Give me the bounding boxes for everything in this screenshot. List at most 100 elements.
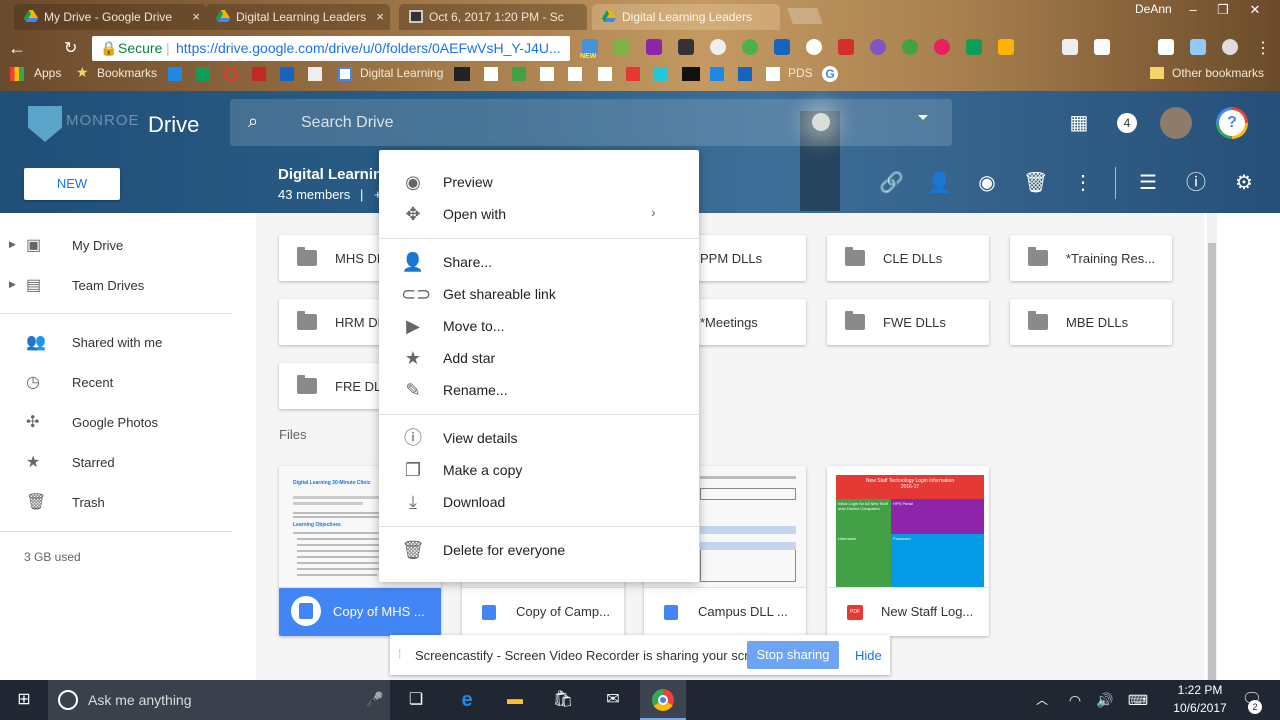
bookmark-icon[interactable] — [766, 67, 780, 81]
expand-arrow-icon[interactable]: ▶ — [9, 279, 16, 290]
bookmark-icon[interactable] — [280, 67, 294, 81]
clock-time[interactable]: 1:22 PM — [1170, 683, 1230, 697]
windows-start-icon[interactable]: ⊞ — [12, 688, 36, 712]
extension-icon[interactable] — [806, 39, 822, 55]
menu-item-open-with[interactable]: ✥ Open with › — [379, 198, 699, 230]
extension-icon[interactable] — [902, 39, 918, 55]
add-person-icon[interactable]: 👤 — [927, 171, 952, 195]
extension-icon[interactable] — [1094, 39, 1110, 55]
search-input[interactable]: Search Drive — [301, 114, 393, 132]
extension-icon[interactable] — [742, 39, 758, 55]
info-icon[interactable]: ⓘ — [1184, 171, 1208, 195]
window-close-icon[interactable]: ✕ — [1240, 0, 1270, 20]
scrollbar[interactable] — [1207, 213, 1217, 683]
new-tab-button[interactable] — [787, 8, 823, 24]
bookmark-icon[interactable] — [338, 67, 352, 81]
bookmark-icon[interactable] — [598, 67, 612, 81]
extension-icon[interactable] — [966, 39, 982, 55]
extension-icon[interactable] — [934, 39, 950, 55]
members-count[interactable]: 43 members — [278, 187, 350, 202]
extension-icon[interactable] — [998, 39, 1014, 55]
bookmark-icon[interactable] — [196, 67, 210, 81]
sidebar-item-my-drive[interactable]: ▶ ▣ My Drive — [0, 226, 240, 266]
menu-item-add-star[interactable]: ★ Add star — [379, 342, 699, 374]
bookmark-digital-learning[interactable]: Digital Learning — [360, 66, 443, 80]
menu-dots-icon[interactable]: ⋮ — [1255, 38, 1271, 58]
notifications-badge[interactable]: 4 — [1117, 113, 1137, 133]
extension-icon[interactable] — [614, 39, 630, 55]
extension-icon[interactable] — [710, 39, 726, 55]
sidebar-item-starred[interactable]: ★ Starred — [0, 443, 240, 483]
bookmark-icon[interactable] — [710, 67, 724, 81]
sidebar-item-recent[interactable]: ◷ Recent — [0, 363, 240, 403]
tab-my-drive[interactable]: My Drive - Google Drive × — [14, 4, 206, 30]
bookmark-other[interactable]: Other bookmarks — [1172, 66, 1264, 80]
menu-item-preview[interactable]: ◉ Preview — [379, 166, 699, 198]
address-bar[interactable]: 🔒 Secure | https://drive.google.com/driv… — [92, 36, 570, 61]
show-hidden-icons[interactable]: ︿ — [1030, 688, 1054, 712]
amazon-icon[interactable] — [568, 67, 582, 81]
google-icon[interactable]: G — [822, 66, 838, 82]
list-view-icon[interactable]: ☰ — [1136, 171, 1160, 195]
bookmark-icon[interactable] — [540, 67, 554, 81]
folder-card[interactable]: FWE DLLs — [827, 299, 989, 345]
profile-name[interactable]: DeAnn — [1135, 2, 1172, 16]
qr-extension-icon[interactable] — [678, 39, 694, 55]
extension-icon[interactable] — [838, 39, 854, 55]
menu-item-view-details[interactable]: ⓘ View details — [379, 422, 699, 454]
avatar[interactable] — [1160, 107, 1192, 139]
menu-item-rename[interactable]: ✎ Rename... — [379, 374, 699, 406]
bookmark-icon[interactable] — [512, 67, 526, 81]
search-options-icon[interactable] — [918, 115, 928, 120]
sidebar-item-google-photos[interactable]: ✣ Google Photos — [0, 403, 240, 443]
file-card[interactable]: New Staff Technology Login Information 20… — [827, 466, 989, 636]
search-icon[interactable]: ⌕ — [248, 111, 258, 132]
tab-screencast-recording[interactable]: Oct 6, 2017 1:20 PM - Sc — [399, 4, 587, 30]
apps-grid-icon[interactable]: ▦ — [1067, 111, 1091, 135]
bookmark-icon[interactable] — [626, 67, 640, 81]
menu-item-delete[interactable]: 🗑 Delete for everyone — [379, 534, 699, 566]
bookmark-icon[interactable] — [654, 67, 668, 81]
link-icon[interactable]: 🔗 — [879, 171, 904, 195]
minimize-icon[interactable]: – — [1178, 0, 1208, 20]
menu-item-download[interactable]: ⤓ Download — [379, 486, 699, 518]
extension-icon[interactable] — [1190, 39, 1206, 55]
task-view-icon[interactable]: ❏ — [404, 688, 428, 712]
folder-card[interactable]: CLE DLLs — [827, 235, 989, 281]
drag-handle-icon[interactable]: ⁞ — [398, 647, 401, 661]
tab-digital-learning-leaders[interactable]: Digital Learning Leaders × — [206, 4, 390, 30]
bookmark-icon[interactable] — [224, 67, 238, 81]
gear-icon[interactable]: ⚙ — [1232, 171, 1256, 195]
expand-arrow-icon[interactable]: ▶ — [9, 239, 16, 250]
extension-icon[interactable] — [1062, 39, 1078, 55]
restore-icon[interactable]: ❐ — [1208, 0, 1238, 20]
edge-icon[interactable]: e — [455, 688, 479, 712]
tab-digital-learning-leaders-active[interactable]: Digital Learning Leaders — [592, 4, 780, 30]
storage-used[interactable]: 3 GB used — [24, 550, 81, 564]
bookmark-icon[interactable] — [682, 67, 700, 81]
sidebar-item-trash[interactable]: 🗑 Trash — [0, 483, 240, 523]
cortana-search[interactable]: Ask me anything 🎤 — [48, 680, 390, 720]
extension-icon[interactable] — [1158, 39, 1174, 55]
volume-icon[interactable]: 🔊 — [1093, 688, 1117, 712]
sidebar-item-team-drives[interactable]: ▶ ▤ Team Drives — [0, 266, 240, 306]
wifi-icon[interactable]: ◠ — [1063, 688, 1087, 712]
new-button[interactable]: NEW — [24, 168, 120, 200]
bookmark-icon[interactable] — [308, 67, 322, 81]
search-bar[interactable]: ⌕ Search Drive — [230, 99, 952, 146]
trash-icon[interactable]: 🗑 — [1023, 171, 1048, 195]
chrome-taskbar-button[interactable] — [640, 680, 686, 720]
folder-card[interactable]: *Training Res... — [1010, 235, 1172, 281]
file-explorer-icon[interactable]: ▬ — [503, 688, 527, 712]
google-account-icon[interactable]: ? — [1216, 107, 1248, 139]
back-icon[interactable]: ← — [8, 38, 26, 59]
bookmark-icon[interactable] — [252, 67, 266, 81]
extension-icon[interactable] — [1222, 39, 1238, 55]
bookmark-icon[interactable] — [484, 67, 498, 81]
close-icon[interactable]: × — [192, 4, 200, 30]
bookmark-apps[interactable]: Apps — [34, 66, 61, 80]
microphone-icon[interactable]: 🎤 — [366, 691, 383, 708]
keyboard-icon[interactable]: ⌨ — [1126, 688, 1150, 712]
store-icon[interactable]: 🛍 — [551, 688, 575, 712]
reload-icon[interactable]: ↻ — [64, 38, 77, 58]
